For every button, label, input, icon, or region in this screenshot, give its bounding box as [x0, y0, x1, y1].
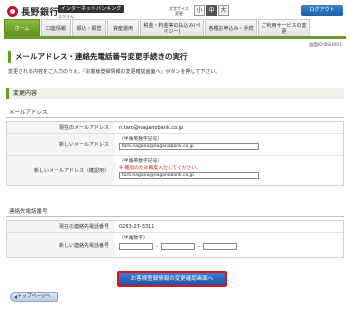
nav-item-home[interactable]: ホーム [4, 19, 40, 36]
current-email-row: 現在のメールアドレス n.taro@naganobank.co.jp [7, 122, 343, 134]
nav-item-payeasy[interactable]: 税金・料金等の払込み(ペイジー) [140, 19, 204, 36]
phone-number-input[interactable] [202, 243, 237, 250]
confirm-email-label: 新しいメールアドレス（確認用） [7, 156, 115, 185]
new-email-input[interactable]: taro.nagano@naganobank.co.jp [119, 143, 259, 150]
current-phone-value: 0263-27-3311 [119, 223, 155, 230]
font-size-label: 文字サイズ変更 [169, 6, 189, 16]
nav-item-applications[interactable]: 各種お申込み・手続 [205, 19, 257, 36]
nav-item-transfer[interactable]: 振込・振替 [72, 19, 106, 36]
phone-dash: - [156, 243, 158, 250]
top-page-button-label: トップページへ [17, 294, 51, 299]
email-subheading: メールアドレス [6, 108, 344, 118]
service-badge: インターネットバンキング [58, 5, 125, 13]
font-size-large-button[interactable]: 大 [218, 5, 229, 16]
phone-dash: - [197, 243, 200, 250]
nav-item-asset-management[interactable]: 資産運用 [107, 19, 139, 36]
current-phone-row: 現在の連絡先電話番号 0263-27-3311 [7, 221, 343, 233]
new-phone-hint: （半角数字） [119, 236, 148, 241]
nav-item-account-info[interactable]: 口座情報 [41, 19, 71, 36]
current-phone-label: 現在の連絡先電話番号 [7, 221, 115, 232]
current-email-label: 現在のメールアドレス [7, 122, 115, 133]
font-size-small-button[interactable]: 小 [194, 5, 205, 16]
phone-exchange-input[interactable] [160, 243, 195, 250]
confirm-email-error: ※ 確認のため再度入力してください。 [119, 166, 202, 171]
confirm-email-row: 新しいメールアドレス（確認用） （半角英数字記号） ※ 確認のため再度入力してく… [7, 156, 343, 185]
confirm-changes-button[interactable]: お客様登録情報の変更確認画面へ [117, 271, 227, 287]
email-form: 現在のメールアドレス n.taro@naganobank.co.jp 新しいメー… [6, 121, 344, 186]
phone-subheading: 連絡先電話番号 [6, 207, 344, 217]
page-title: メールアドレス・連絡先電話番号変更手続きの実行 [8, 51, 342, 63]
new-email-label: 新しいメールアドレス [7, 134, 115, 155]
new-phone-row: 新しい連絡先電話番号 （半角数字） - - [7, 233, 343, 257]
confirm-email-hint: （半角英数字記号） [119, 159, 163, 164]
font-size-medium-button[interactable]: 中 [206, 5, 217, 16]
main-nav: ホーム 口座情報 振込・振替 資産運用 税金・料金等の払込み(ペイジー) 各種お… [4, 19, 346, 39]
logout-button[interactable]: ログアウト [301, 5, 343, 16]
top-page-button[interactable]: トップページへ [10, 292, 58, 302]
confirm-email-input[interactable]: taro.nagano@naganobank.co.jp [119, 172, 259, 179]
back-arrow-icon [14, 295, 17, 299]
new-email-hint: （半角英数字記号） [119, 137, 163, 142]
change-section-heading: 変更内容 [6, 88, 344, 99]
instruction-text: 変更される内容をご入力のうえ、「お客様登録情報の変更確認画面へ」ボタンを押して下… [8, 69, 221, 75]
current-email-value: n.taro@naganobank.co.jp [119, 124, 184, 131]
nav-item-service-change[interactable]: ご利用サービスの変更 [258, 19, 310, 36]
bank-logo-icon [7, 6, 18, 17]
new-phone-label: 新しい連絡先電話番号 [7, 233, 115, 257]
phone-form: 現在の連絡先電話番号 0263-27-3311 新しい連絡先電話番号 （半角数字… [6, 220, 344, 258]
screen-id: 画面ID:BSU001 [308, 43, 342, 48]
bank-name: 長野銀行 [21, 8, 60, 18]
phone-area-code-input[interactable] [119, 243, 153, 250]
new-email-row: 新しいメールアドレス （半角英数字記号） taro.nagano@naganob… [7, 134, 343, 156]
